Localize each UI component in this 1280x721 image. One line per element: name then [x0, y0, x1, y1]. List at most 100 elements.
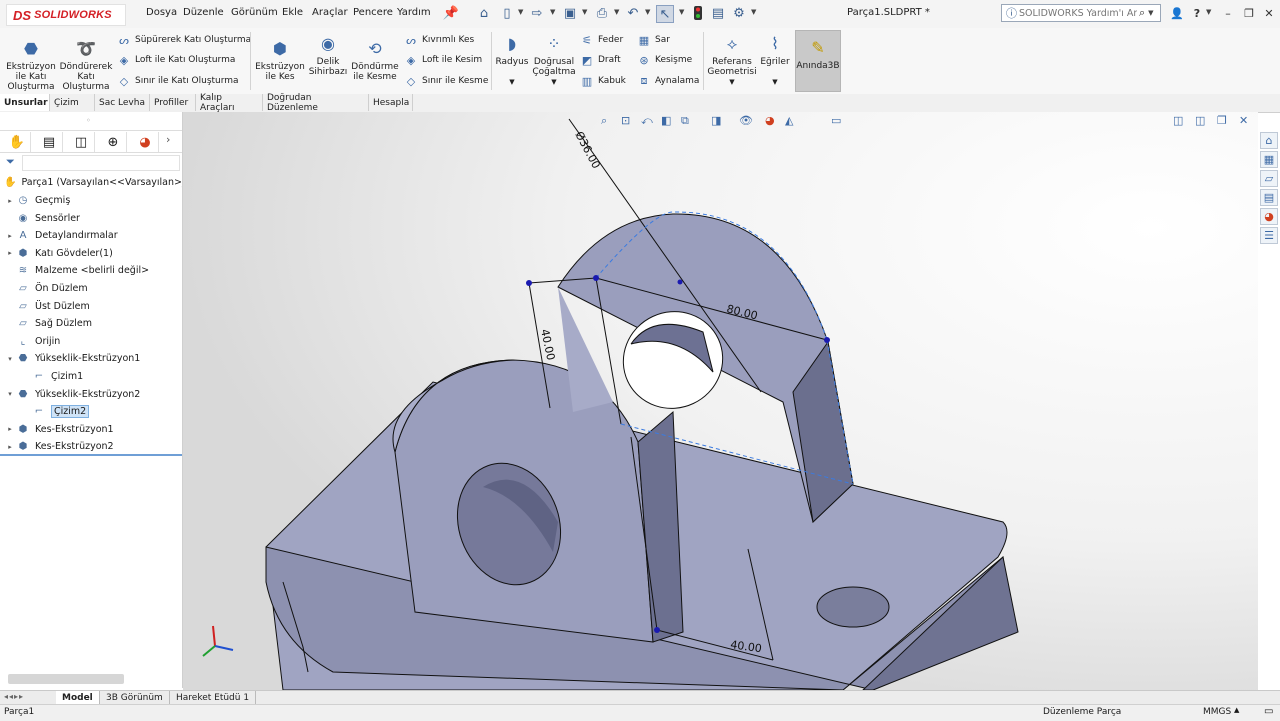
chevron-right-icon[interactable]: › — [166, 133, 170, 146]
save-icon[interactable]: ▣ — [562, 5, 578, 21]
dimxpert-tab-icon[interactable]: ⊕ — [100, 132, 127, 152]
boundary-cut-button[interactable]: ◇ Sınır ile Kesme — [404, 74, 489, 88]
view-palette-icon[interactable]: ▤ — [1260, 189, 1278, 206]
tree-item[interactable]: ▾ ⬣ Yükseklik-Ekstrüzyon2 — [0, 386, 182, 403]
tree-item[interactable]: ▸ ⬢ Kes-Ekstrüzyon1 — [0, 421, 182, 438]
hole-wizard-button[interactable]: ◉ Delik Sihirbazı — [306, 33, 350, 78]
collapse-arrow-icon[interactable]: ▾ — [4, 355, 16, 363]
custom-properties-icon[interactable]: ☰ — [1260, 227, 1278, 244]
tab-weldments[interactable]: Profiller — [150, 94, 196, 111]
tab-scroll-arrows-icon[interactable]: ◂◂▸▸ — [4, 692, 24, 701]
tree-item[interactable]: ▸ A Detaylandırmalar — [0, 227, 182, 244]
help-search-input[interactable] — [1017, 7, 1139, 19]
hide-show-icon[interactable]: 👁 — [739, 114, 753, 127]
zoom-to-area-icon[interactable]: ⊡ — [621, 114, 630, 127]
revolve-boss-button[interactable]: ➰ Döndürerek Katı Oluşturma — [58, 38, 114, 93]
appearances-icon[interactable]: ◕ — [1260, 208, 1278, 225]
expand-arrow-icon[interactable]: ▸ — [4, 443, 16, 451]
swept-boss-button[interactable]: ᔕ Süpürerek Katı Oluşturma — [117, 33, 251, 47]
tree-filter-input[interactable] — [22, 155, 180, 171]
model-view[interactable]: Ø36.00 80.00 40.00 40.00 — [183, 112, 1258, 690]
previous-view-icon[interactable]: ⤺ — [641, 114, 653, 128]
print-icon[interactable]: ⎙ — [594, 5, 610, 21]
expand-arrow-icon[interactable]: ▸ — [4, 197, 16, 205]
view-settings-icon[interactable]: ▭ — [831, 114, 841, 127]
user-icon[interactable]: 👤 — [1168, 5, 1186, 21]
solidworks-logo[interactable]: DS SOLIDWORKS — [6, 4, 126, 26]
window-tile-icon[interactable]: ◫ — [1195, 114, 1205, 127]
rollback-bar[interactable] — [0, 454, 182, 456]
tree-item[interactable]: ≋ Malzeme <belirli değil> — [0, 262, 182, 279]
appearance-icon[interactable]: ◕ — [765, 114, 775, 127]
mirror-button[interactable]: ⧈ Aynalama — [637, 74, 700, 88]
select-cursor-icon[interactable]: ↖ — [656, 5, 674, 23]
tree-item[interactable]: ▸ ⬢ Kes-Ekstrüzyon2 — [0, 438, 182, 455]
chevron-down-icon[interactable]: ▼ — [1206, 8, 1211, 16]
window-tile-icon[interactable]: ◫ — [1173, 114, 1183, 127]
tree-item[interactable]: ▱ Ön Düzlem — [0, 280, 182, 297]
boundary-boss-button[interactable]: ◇ Sınır ile Katı Oluşturma — [117, 74, 239, 88]
chevron-down-icon[interactable]: ▼ — [531, 77, 577, 87]
curves-button[interactable]: ⌇ Eğriler ▼ — [757, 33, 793, 87]
home-icon[interactable]: ⌂ — [1260, 132, 1278, 149]
chevron-down-icon[interactable]: ▼ — [495, 77, 529, 87]
graphics-area[interactable]: Ø36.00 80.00 40.00 40.00 ⌕ ⊡ ⤺ ◧ ⧉ ◨ 👁 ◕… — [183, 112, 1258, 690]
section-view-icon[interactable]: ◧ — [661, 114, 671, 127]
chevron-up-icon[interactable]: ▲ — [1234, 706, 1239, 714]
filter-icon[interactable]: ⏷ — [6, 155, 15, 169]
fillet-button[interactable]: ◗ Radyus ▼ — [495, 33, 529, 87]
help-search-box[interactable]: ⓘ ⌕ ▼ — [1001, 4, 1161, 22]
tree-item[interactable]: ▸ ⬢ Katı Gövdeler(1) — [0, 245, 182, 262]
draft-button[interactable]: ◩ Draft — [580, 53, 621, 67]
menu-insert[interactable]: Ekle — [282, 7, 303, 18]
property-manager-tab-icon[interactable]: ▤ — [36, 132, 63, 152]
tab-sheet-metal[interactable]: Sac Levha — [95, 94, 150, 111]
tab-mold-tools[interactable]: Kalıp Araçları — [196, 93, 263, 113]
chevron-down-icon[interactable]: ▼ — [582, 8, 587, 16]
horizontal-scrollbar[interactable] — [8, 674, 124, 684]
lofted-boss-button[interactable]: ◈ Loft ile Katı Oluşturma — [117, 53, 236, 67]
tab-3d-views[interactable]: 3B Görünüm — [100, 691, 170, 704]
tooltip-icon[interactable]: ▭ — [1264, 706, 1273, 717]
extrude-cut-button[interactable]: ⬢ Ekstrüzyon ile Kes — [254, 38, 306, 83]
panel-grip[interactable]: ◦ — [86, 116, 91, 125]
minimize-icon[interactable]: – — [1219, 5, 1237, 21]
feature-tree-tab-icon[interactable]: ✋ — [4, 132, 31, 152]
chevron-down-icon[interactable]: ▼ — [757, 77, 793, 87]
tab-sketch[interactable]: Çizim — [50, 94, 95, 111]
wrap-button[interactable]: ▦ Sar — [637, 33, 670, 47]
new-document-icon[interactable]: ▯ — [499, 5, 515, 21]
linear-pattern-button[interactable]: ⁘ Doğrusal Çoğaltma ▼ — [531, 33, 577, 87]
undo-icon[interactable]: ↶ — [625, 5, 641, 21]
pin-icon[interactable]: 📌 — [443, 5, 459, 21]
display-style-icon[interactable]: ◨ — [711, 114, 721, 127]
tree-item[interactable]: ▸ ◷ Geçmiş — [0, 192, 182, 209]
tree-item[interactable]: ⌞ Orijin — [0, 333, 182, 350]
zoom-to-fit-icon[interactable]: ⌕ — [601, 114, 607, 128]
search-icon[interactable]: ⌕ — [1139, 6, 1145, 20]
tab-motion-study[interactable]: Hareket Etüdü 1 — [170, 691, 257, 704]
tree-item[interactable]: ▱ Üst Düzlem — [0, 298, 182, 315]
restore-icon[interactable]: ❐ — [1240, 5, 1258, 21]
chevron-down-icon[interactable]: ▼ — [518, 8, 523, 16]
file-properties-icon[interactable]: ▤ — [710, 5, 726, 21]
menu-view[interactable]: Görünüm — [231, 7, 278, 18]
options-gear-icon[interactable]: ⚙ — [731, 5, 747, 21]
tree-item[interactable]: ▱ Sağ Düzlem — [0, 315, 182, 332]
chevron-down-icon[interactable]: ▼ — [751, 8, 756, 16]
close-icon[interactable]: ✕ — [1260, 5, 1278, 21]
chevron-down-icon[interactable]: ▼ — [550, 8, 555, 16]
tab-evaluate[interactable]: Hesapla — [369, 94, 413, 111]
chevron-down-icon[interactable]: ▼ — [679, 8, 684, 16]
help-question-icon[interactable]: ? — [1188, 5, 1206, 21]
menu-help[interactable]: Yardım — [397, 7, 431, 18]
extrude-boss-button[interactable]: ⬣ Ekstrüzyon ile Katı Oluşturma — [4, 38, 58, 93]
chevron-down-icon[interactable]: ▼ — [707, 77, 757, 87]
menu-window[interactable]: Pencere — [353, 7, 393, 18]
display-manager-tab-icon[interactable]: ◕ — [132, 132, 159, 152]
expand-arrow-icon[interactable]: ▸ — [4, 425, 16, 433]
tree-root[interactable]: ✋ Parça1 (Varsayılan<<Varsayılan>_Gör — [0, 174, 182, 191]
file-explorer-icon[interactable]: ▱ — [1260, 170, 1278, 187]
open-icon[interactable]: ⇨ — [529, 5, 545, 21]
shell-button[interactable]: ▥ Kabuk — [580, 74, 626, 88]
